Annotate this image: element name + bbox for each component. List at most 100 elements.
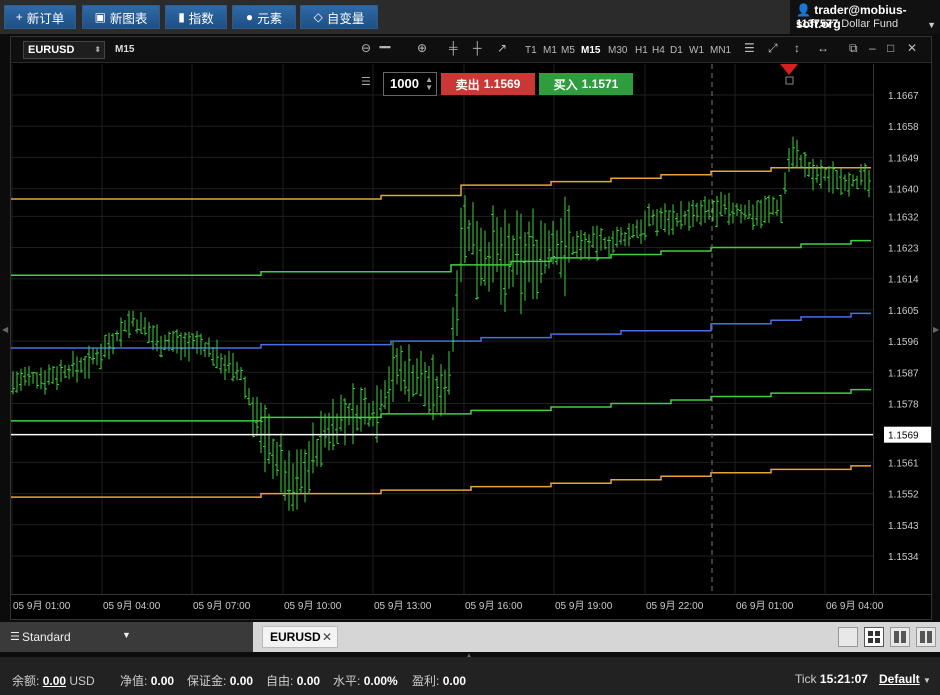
chart-window: EURUSD ⬍ M15 ⊖ ▪▪▪▪▪ ⊕ ╪ ┼ ↗ T1 M1 M5 M15 M3…	[10, 36, 932, 620]
right-panel-arrow-icon[interactable]: ▶	[933, 325, 939, 334]
horizontal-line-icon[interactable]: ↔	[817, 41, 829, 55]
price-tick-label: 1.1649	[888, 153, 919, 164]
level-value: 0.00%	[363, 674, 398, 688]
quantity-input[interactable]: 1000 ▲ ▼	[383, 72, 437, 96]
minimize-icon[interactable]: –	[869, 41, 876, 55]
margin-label: 保证金:	[187, 674, 227, 688]
chevron-down-icon: ▼	[923, 676, 931, 685]
new-chart-button[interactable]: ▣ 新图表	[82, 5, 160, 29]
fund-name: Dollar Fund	[841, 18, 899, 30]
timeframe-m15[interactable]: M15	[581, 45, 600, 56]
tick-label: Tick	[795, 672, 817, 686]
chart-header: EURUSD ⬍ M15 ⊖ ▪▪▪▪▪ ⊕ ╪ ┼ ↗ T1 M1 M5 M15 M3…	[11, 37, 931, 63]
current-price-label: 1.1569	[888, 431, 919, 442]
price-chart[interactable]	[11, 64, 873, 594]
price-tick-label: 1.1587	[888, 368, 919, 379]
free-value: 0.00	[296, 674, 321, 688]
custom-label: 自变量	[326, 11, 365, 26]
time-value: 15:21:07	[819, 672, 868, 686]
layout-rows-button[interactable]	[916, 627, 936, 647]
draw-line-icon[interactable]: ⤢	[768, 41, 778, 56]
layout-grid-button[interactable]	[864, 627, 884, 647]
line-type-icon[interactable]: ↗	[497, 41, 507, 55]
layout-columns-button[interactable]	[890, 627, 910, 647]
left-panel-arrow-icon[interactable]: ◀	[2, 325, 8, 334]
time-tick-label: 05 9月 01:00	[13, 600, 71, 612]
time-tick-label: 05 9月 19:00	[555, 600, 613, 612]
balance: 余额: 0.00 USD	[12, 672, 95, 689]
zoom-slider-icon[interactable]: ▪▪▪▪▪	[379, 42, 391, 52]
price-tick-label: 1.1534	[888, 552, 919, 563]
bar-chart-icon: ▮	[178, 10, 185, 24]
user-icon: 👤	[796, 3, 811, 17]
grid-icon	[868, 631, 880, 643]
profile-value: Default	[879, 672, 920, 686]
shapes-icon: ●	[245, 10, 254, 24]
workspace-select[interactable]: ☰ Standard ▼	[0, 622, 253, 652]
chart-tab[interactable]: EURUSD ✕	[262, 626, 338, 648]
price-tick-label: 1.1605	[888, 306, 919, 317]
margin: 保证金: 0.00	[187, 672, 253, 689]
time-tick-label: 05 9月 10:00	[284, 600, 342, 612]
price-axis: 1.1667 1.1658 1.1649 1.1640 1.1632 1.1623 1.16…	[873, 64, 931, 594]
custom-button[interactable]: ◇ 自变量	[300, 5, 378, 29]
account-fund: 1137577 Dollar Fund	[796, 18, 898, 30]
price-tick-label: 1.1561	[888, 458, 919, 469]
equity-label: 净值:	[120, 674, 148, 688]
balance-value[interactable]: 0.00	[43, 674, 66, 688]
buy-label: 买入	[553, 77, 578, 92]
timeframe-m5[interactable]: M5	[561, 45, 575, 56]
chart-shift-marker	[780, 64, 798, 75]
price-tick-label: 1.1632	[888, 212, 919, 223]
symbol-select[interactable]: EURUSD ⬍	[23, 41, 105, 59]
new-order-button[interactable]: + 新订单	[4, 5, 76, 29]
vertical-line-icon[interactable]: ↕	[794, 41, 800, 55]
timeframe-h1[interactable]: H1	[635, 45, 648, 56]
indicator-list-icon[interactable]: ☰	[744, 41, 755, 55]
indicators-label: 指数	[188, 11, 214, 26]
price-tick-label: 1.1623	[888, 244, 919, 255]
maximize-icon[interactable]: □	[887, 41, 894, 55]
bar-type-icon[interactable]: ╪	[449, 41, 458, 55]
candle-type-icon[interactable]: ┼	[473, 41, 482, 55]
time-tick-label: 06 9月 01:00	[736, 600, 794, 612]
timeframe-mn1[interactable]: MN1	[710, 45, 731, 56]
upper-outer-band	[11, 167, 871, 200]
free-margin: 自由: 0.00	[266, 672, 320, 689]
elements-button[interactable]: ● 元素	[232, 5, 296, 29]
timeframe-label: M15	[115, 44, 135, 55]
time-axis: 05 9月 01:00 05 9月 04:00 05 9月 07:00 05 9月 1…	[11, 594, 931, 612]
timeframe-w1[interactable]: W1	[689, 45, 704, 56]
level-label: 水平:	[333, 674, 361, 688]
quantity-value: 1000	[390, 76, 419, 91]
server-time: Tick 15:21:07	[795, 672, 868, 686]
time-tick-label: 05 9月 07:00	[193, 600, 251, 612]
chart-tab-label: EURUSD	[270, 630, 321, 644]
indicators-button[interactable]: ▮ 指数	[165, 5, 227, 29]
detach-icon[interactable]: ⧉	[849, 41, 858, 56]
chevron-down-icon[interactable]: ▼	[927, 20, 936, 30]
timeframe-m1[interactable]: M1	[543, 45, 557, 56]
timeframe-m30[interactable]: M30	[608, 45, 627, 56]
status-bar: 余额: 0.00 USD 净值: 0.00 保证金: 0.00 自由: 0.00…	[0, 657, 940, 695]
zoom-out-icon[interactable]: ⊖	[361, 41, 371, 55]
profile-select[interactable]: Default ▼	[879, 672, 931, 686]
buy-button[interactable]: 买入 1.1571	[539, 73, 633, 95]
price-tick-label: 1.1614	[888, 275, 919, 286]
diamond-icon: ◇	[313, 10, 323, 24]
lower-outer-band	[11, 465, 871, 498]
sell-button[interactable]: 卖出 1.1569	[441, 73, 535, 95]
chart-window-icon: ▣	[94, 10, 106, 24]
account-panel[interactable]: 👤 trader@mobius-soft.org 1137577 Dollar …	[790, 0, 940, 34]
price-tick-label: 1.1543	[888, 521, 919, 532]
layout-single-button[interactable]	[838, 627, 858, 647]
timeframe-d1[interactable]: D1	[670, 45, 683, 56]
close-icon[interactable]: ✕	[322, 627, 332, 647]
spinner-icon: ⬍	[94, 45, 101, 54]
timeframe-t1[interactable]: T1	[525, 45, 537, 56]
close-icon[interactable]: ✕	[907, 41, 917, 55]
chevron-down-icon: ▼	[122, 630, 131, 640]
timeframe-h4[interactable]: H4	[652, 45, 665, 56]
zoom-in-icon[interactable]: ⊕	[417, 41, 427, 55]
menu-icon[interactable]: ☰	[361, 75, 371, 88]
